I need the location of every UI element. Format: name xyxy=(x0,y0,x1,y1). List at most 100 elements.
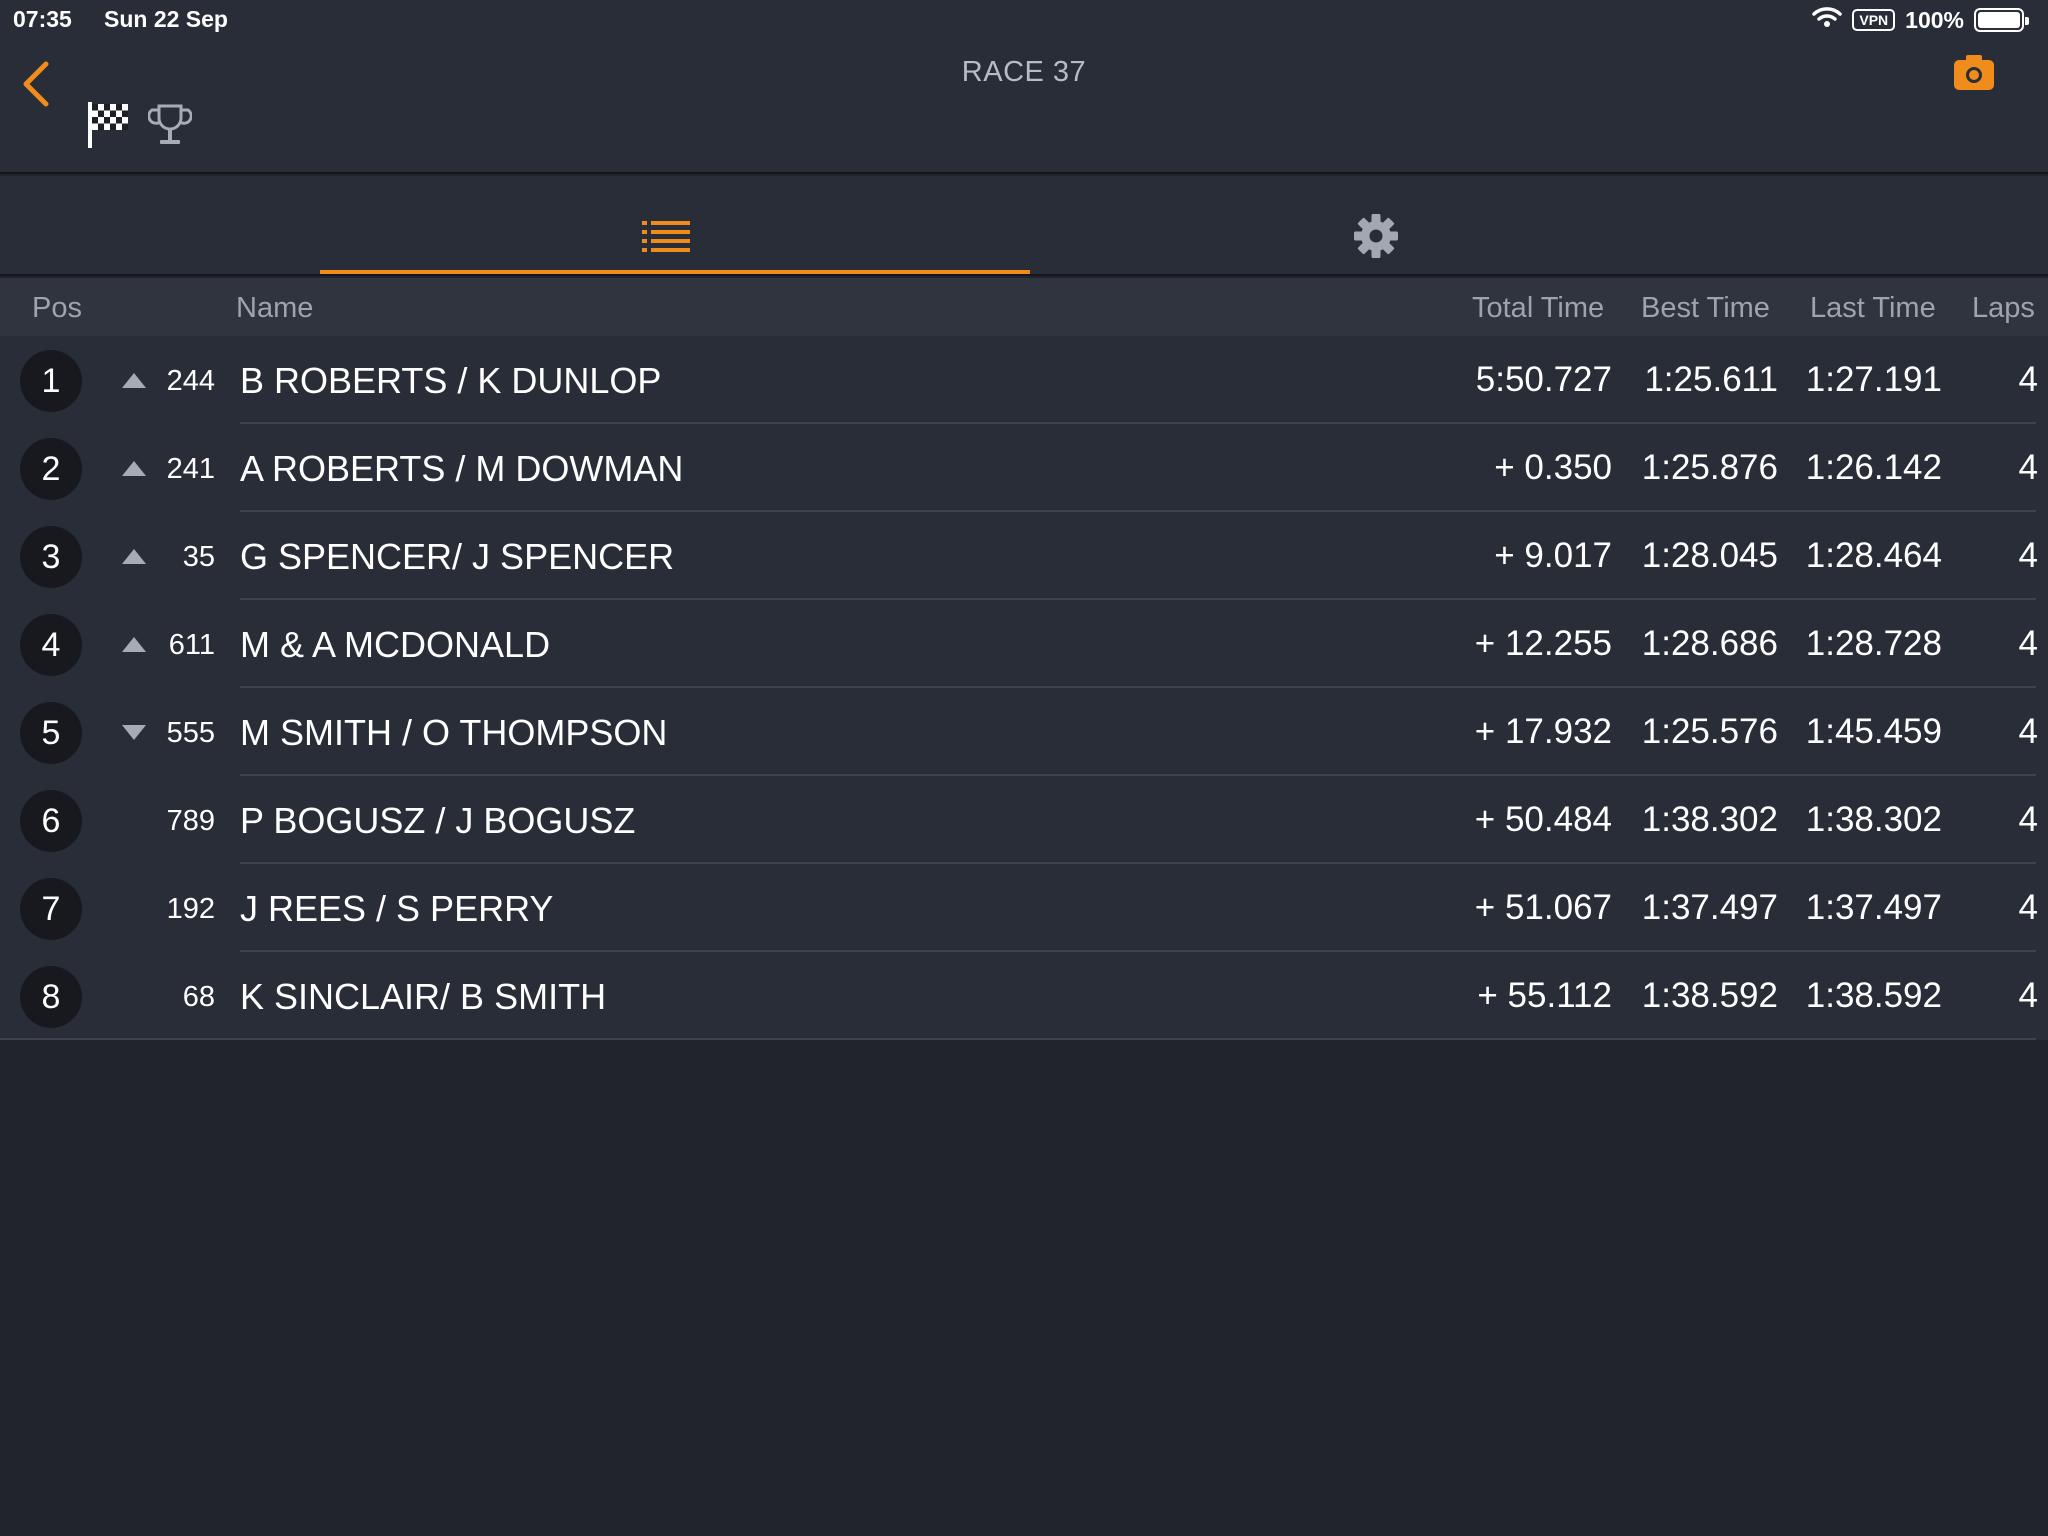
laps-count: 4 xyxy=(2018,976,2038,1015)
col-pos-header: Pos xyxy=(32,292,82,324)
total-time: + 12.255 xyxy=(1474,624,1612,663)
checkered-flag-icon xyxy=(88,102,128,148)
active-tab-indicator xyxy=(320,270,1030,274)
last-time: 1:28.464 xyxy=(1805,536,1942,575)
laps-count: 4 xyxy=(2018,712,2038,751)
best-time: 1:38.302 xyxy=(1641,800,1778,839)
table-row[interactable]: 4 611 M & A MCDONALD + 12.255 1:28.686 1:28.7… xyxy=(0,600,2048,688)
col-name-header: Name xyxy=(236,292,314,324)
table-row[interactable]: 6 789 P BOGUSZ / J BOGUSZ + 50.484 1:38.302 1… xyxy=(0,776,2048,864)
driver-name: M SMITH / O THOMPSON xyxy=(240,712,668,753)
trophy-button[interactable] xyxy=(147,102,193,150)
car-number: 192 xyxy=(166,893,215,925)
best-time: 1:25.876 xyxy=(1641,448,1778,487)
driver-name: J REES / S PERRY xyxy=(240,888,554,929)
results-list: 1 244 B ROBERTS / K DUNLOP 5:50.727 1:25.611… xyxy=(0,336,2048,1040)
table-row[interactable]: 8 68 K SINCLAIR/ B SMITH + 55.112 1:38.592 1:… xyxy=(0,952,2048,1040)
position-badge: 5 xyxy=(20,702,82,764)
total-time: + 17.932 xyxy=(1474,712,1612,751)
position-badge: 8 xyxy=(20,966,82,1028)
col-laps-header: Laps xyxy=(1972,292,2035,324)
position-down-icon xyxy=(122,725,146,740)
laps-count: 4 xyxy=(2018,360,2038,399)
camera-button[interactable] xyxy=(1952,52,1996,92)
last-time: 1:38.302 xyxy=(1805,800,1942,839)
tab-bar xyxy=(0,176,2048,276)
car-number: 244 xyxy=(166,365,215,397)
total-time: + 9.017 xyxy=(1494,536,1612,575)
total-time: + 50.484 xyxy=(1474,800,1612,839)
table-row[interactable]: 5 555 M SMITH / O THOMPSON + 17.932 1:25.576… xyxy=(0,688,2048,776)
position-up-icon xyxy=(122,373,146,388)
camera-icon xyxy=(1954,55,1994,90)
status-date: Sun 22 Sep xyxy=(104,6,228,32)
trophy-icon xyxy=(147,104,193,144)
position-up-icon xyxy=(122,461,146,476)
total-time: + 0.350 xyxy=(1494,448,1612,487)
driver-name: M & A MCDONALD xyxy=(240,624,551,665)
table-row[interactable]: 1 244 B ROBERTS / K DUNLOP 5:50.727 1:25.611… xyxy=(0,336,2048,424)
driver-name: K SINCLAIR/ B SMITH xyxy=(240,976,607,1017)
total-time: + 51.067 xyxy=(1474,888,1612,927)
race-flag-button[interactable] xyxy=(86,100,132,150)
laps-count: 4 xyxy=(2018,800,2038,839)
driver-name: P BOGUSZ / J BOGUSZ xyxy=(240,800,636,841)
table-row[interactable]: 2 241 A ROBERTS / M DOWMAN + 0.350 1:25.876 1… xyxy=(0,424,2048,512)
best-time: 1:28.045 xyxy=(1641,536,1778,575)
page-title: RACE 37 xyxy=(961,56,1087,88)
laps-count: 4 xyxy=(2018,448,2038,487)
best-time: 1:28.686 xyxy=(1641,624,1778,663)
position-badge: 6 xyxy=(20,790,82,852)
car-number: 789 xyxy=(166,805,215,837)
header: RACE 37 xyxy=(0,40,2048,174)
laps-count: 4 xyxy=(2018,624,2038,663)
wifi-icon xyxy=(1812,6,1843,34)
status-bar: 07:35 Sun 22 Sep VPN 100% xyxy=(0,0,2048,40)
battery-icon xyxy=(1974,8,2029,32)
table-header: Pos Name Total Time Best Time Last Time … xyxy=(0,278,2048,336)
car-number: 555 xyxy=(166,717,215,749)
table-row[interactable]: 3 35 G SPENCER/ J SPENCER + 9.017 1:28.045 1:… xyxy=(0,512,2048,600)
tab-settings[interactable] xyxy=(1352,212,1400,260)
total-time: + 55.112 xyxy=(1477,976,1612,1015)
best-time: 1:25.611 xyxy=(1644,360,1778,399)
best-time: 1:25.576 xyxy=(1641,712,1778,751)
tab-results-list[interactable] xyxy=(320,176,1030,274)
last-time: 1:38.592 xyxy=(1805,976,1942,1015)
vpn-badge: VPN xyxy=(1852,9,1896,31)
gear-icon xyxy=(1354,214,1398,258)
last-time: 1:26.142 xyxy=(1805,448,1942,487)
last-time: 1:45.459 xyxy=(1805,712,1942,751)
list-icon xyxy=(642,221,690,252)
last-time: 1:27.191 xyxy=(1805,360,1942,399)
battery-level xyxy=(1978,12,2020,28)
position-up-icon xyxy=(122,637,146,652)
col-total-time-header: Total Time xyxy=(1472,292,1605,324)
laps-count: 4 xyxy=(2018,536,2038,575)
position-up-icon xyxy=(122,549,146,564)
position-badge: 7 xyxy=(20,878,82,940)
best-time: 1:37.497 xyxy=(1641,888,1778,927)
best-time: 1:38.592 xyxy=(1641,976,1778,1015)
status-time: 07:35 xyxy=(13,6,72,32)
col-last-time-header: Last Time xyxy=(1810,292,1936,324)
car-number: 611 xyxy=(168,629,215,661)
laps-count: 4 xyxy=(2018,888,2038,927)
last-time: 1:28.728 xyxy=(1805,624,1942,663)
last-time: 1:37.497 xyxy=(1805,888,1942,927)
car-number: 35 xyxy=(182,541,215,573)
car-number: 241 xyxy=(166,453,215,485)
position-badge: 1 xyxy=(20,350,82,412)
col-best-time-header: Best Time xyxy=(1641,292,1770,324)
position-badge: 3 xyxy=(20,526,82,588)
total-time: 5:50.727 xyxy=(1475,360,1612,399)
driver-name: G SPENCER/ J SPENCER xyxy=(240,536,675,577)
driver-name: A ROBERTS / M DOWMAN xyxy=(240,448,684,489)
table-row[interactable]: 7 192 J REES / S PERRY + 51.067 1:37.497 1:37… xyxy=(0,864,2048,952)
row-divider xyxy=(0,1038,2036,1040)
driver-name: B ROBERTS / K DUNLOP xyxy=(240,360,662,401)
position-badge: 4 xyxy=(20,614,82,676)
race-results-screen: 07:35 Sun 22 Sep VPN 100% RACE 37 Pos Na… xyxy=(0,0,2048,1536)
status-indicators: VPN 100% xyxy=(1812,6,2029,34)
position-badge: 2 xyxy=(20,438,82,500)
